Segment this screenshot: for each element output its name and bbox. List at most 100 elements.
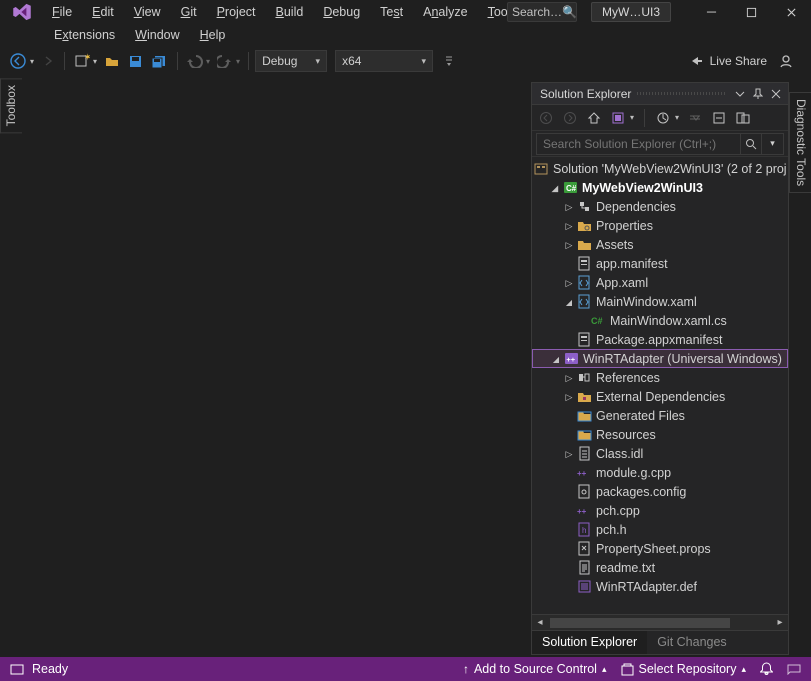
live-share-button[interactable]: Live Share xyxy=(688,53,767,69)
undo-chevron[interactable]: ▾ xyxy=(206,57,212,66)
select-repository[interactable]: Select Repository ▴ xyxy=(621,662,747,676)
expand-toggle[interactable] xyxy=(562,448,576,460)
menu-file[interactable]: File xyxy=(42,2,82,22)
panel-menu-icon[interactable] xyxy=(732,86,748,102)
tree-node-packages-config[interactable]: packages.config xyxy=(532,482,788,501)
tree-node-pch-cpp[interactable]: ++pch.cpp xyxy=(532,501,788,520)
menu-extensions[interactable]: Extensions xyxy=(44,25,125,45)
nav-back-button[interactable] xyxy=(6,50,30,72)
add-source-control[interactable]: ↑ Add to Source Control ▴ xyxy=(463,662,607,676)
diagnostic-tools-tab[interactable]: Diagnostic Tools xyxy=(789,92,811,193)
forward-button[interactable] xyxy=(560,109,580,127)
tree-node-propsheet[interactable]: PropertySheet.props xyxy=(532,539,788,558)
menu-project[interactable]: Project xyxy=(207,2,266,22)
filter-button[interactable] xyxy=(685,109,705,127)
close-icon[interactable] xyxy=(768,86,784,102)
sync-button[interactable] xyxy=(653,109,673,127)
tree-node-def[interactable]: WinRTAdapter.def xyxy=(532,577,788,596)
chevron[interactable]: ▾ xyxy=(630,113,636,122)
tree-node-ext-deps[interactable]: External Dependencies xyxy=(532,387,788,406)
save-all-button[interactable] xyxy=(148,52,171,71)
scroll-thumb[interactable] xyxy=(550,618,730,628)
open-file-button[interactable] xyxy=(101,51,123,71)
search-options-chevron[interactable]: ▾ xyxy=(762,133,784,155)
window-minimize[interactable] xyxy=(691,0,731,24)
nav-forward-button[interactable] xyxy=(38,52,58,70)
menu-build[interactable]: Build xyxy=(266,2,314,22)
tree-node-dependencies[interactable]: Dependencies xyxy=(532,197,788,216)
notifications-button[interactable] xyxy=(760,662,773,676)
output-icon[interactable] xyxy=(10,662,24,676)
search-button[interactable] xyxy=(740,133,762,155)
menu-edit[interactable]: Edit xyxy=(82,2,124,22)
tree-node-project-cs[interactable]: C#MyWebView2WinUI3 xyxy=(532,178,788,197)
node-label: MainWindow.xaml.cs xyxy=(610,314,727,328)
tree-node-app-xaml[interactable]: App.xaml xyxy=(532,273,788,292)
expand-toggle[interactable] xyxy=(562,201,576,213)
expand-toggle[interactable] xyxy=(562,239,576,251)
tree-node-gen-files[interactable]: Generated Files xyxy=(532,406,788,425)
scroll-track[interactable] xyxy=(548,618,772,628)
tree-node-project-cpp[interactable]: ++WinRTAdapter (Universal Windows) xyxy=(532,349,788,368)
switch-view-button[interactable] xyxy=(608,109,628,127)
collapse-button[interactable] xyxy=(709,109,729,127)
config-combo[interactable]: Debug ▾ xyxy=(255,50,327,72)
horizontal-scrollbar[interactable]: ◂ ▸ xyxy=(532,614,788,630)
expand-toggle[interactable] xyxy=(562,296,576,308)
undo-button[interactable] xyxy=(184,52,206,70)
menu-test[interactable]: Test xyxy=(370,2,413,22)
tree-node-app-manifest[interactable]: app.manifest xyxy=(532,254,788,273)
search-input[interactable] xyxy=(536,133,740,155)
solution-explorer-titlebar[interactable]: Solution Explorer xyxy=(532,83,788,105)
tree-node-readme[interactable]: readme.txt xyxy=(532,558,788,577)
tree-node-references[interactable]: References xyxy=(532,368,788,387)
redo-chevron[interactable]: ▾ xyxy=(236,57,242,66)
back-button[interactable] xyxy=(536,109,556,127)
solution-tree[interactable]: Solution 'MyWebView2WinUI3' (2 of 2 proj… xyxy=(532,157,788,614)
new-chevron[interactable]: ▾ xyxy=(93,57,99,66)
menu-window[interactable]: Window xyxy=(125,25,189,45)
window-close[interactable] xyxy=(771,0,811,24)
save-button[interactable] xyxy=(125,52,146,71)
expand-toggle[interactable] xyxy=(562,391,576,403)
window-maximize[interactable] xyxy=(731,0,771,24)
tree-node-solution[interactable]: Solution 'MyWebView2WinUI3' (2 of 2 proj xyxy=(532,159,788,178)
show-all-button[interactable] xyxy=(733,109,753,127)
tab-solution-explorer[interactable]: Solution Explorer xyxy=(532,631,647,654)
titlebar-search[interactable]: Search… 🔍 xyxy=(507,2,577,22)
platform-combo[interactable]: x64 ▾ xyxy=(335,50,433,72)
pin-icon[interactable] xyxy=(750,86,766,102)
overflow-button[interactable] xyxy=(441,52,457,70)
tree-node-resources[interactable]: Resources xyxy=(532,425,788,444)
expand-toggle[interactable] xyxy=(549,353,563,365)
toolbox-tab[interactable]: Toolbox xyxy=(0,78,22,133)
menu-analyze[interactable]: Analyze xyxy=(413,2,477,22)
menu-debug[interactable]: Debug xyxy=(313,2,370,22)
scroll-right[interactable]: ▸ xyxy=(772,617,788,628)
menu-help[interactable]: Help xyxy=(190,25,236,45)
tree-node-class-idl[interactable]: Class.idl xyxy=(532,444,788,463)
expand-toggle[interactable] xyxy=(548,182,562,194)
feedback-button[interactable] xyxy=(787,663,801,675)
tree-node-pch-h[interactable]: hpch.h xyxy=(532,520,788,539)
redo-button[interactable] xyxy=(214,52,236,70)
expand-toggle[interactable] xyxy=(562,277,576,289)
tree-node-assets[interactable]: Assets xyxy=(532,235,788,254)
account-button[interactable] xyxy=(775,51,797,71)
tree-node-module-cpp[interactable]: ++module.g.cpp xyxy=(532,463,788,482)
chevron[interactable]: ▾ xyxy=(675,113,681,122)
tree-node-package-manifest[interactable]: Package.appxmanifest xyxy=(532,330,788,349)
tree-node-properties[interactable]: Properties xyxy=(532,216,788,235)
nav-chevron[interactable]: ▾ xyxy=(30,57,36,66)
tree-node-mainwindow-xaml[interactable]: MainWindow.xaml xyxy=(532,292,788,311)
menu-git[interactable]: Git xyxy=(171,2,207,22)
tab-git-changes[interactable]: Git Changes xyxy=(647,631,736,654)
home-button[interactable] xyxy=(584,109,604,127)
expand-toggle[interactable] xyxy=(562,220,576,232)
folder-filter-icon xyxy=(576,427,592,443)
tree-node-mainwindow-cs[interactable]: C#MainWindow.xaml.cs xyxy=(532,311,788,330)
expand-toggle[interactable] xyxy=(562,372,576,384)
menu-view[interactable]: View xyxy=(124,2,171,22)
new-item-button[interactable]: ✶ xyxy=(71,51,93,71)
scroll-left[interactable]: ◂ xyxy=(532,617,548,628)
